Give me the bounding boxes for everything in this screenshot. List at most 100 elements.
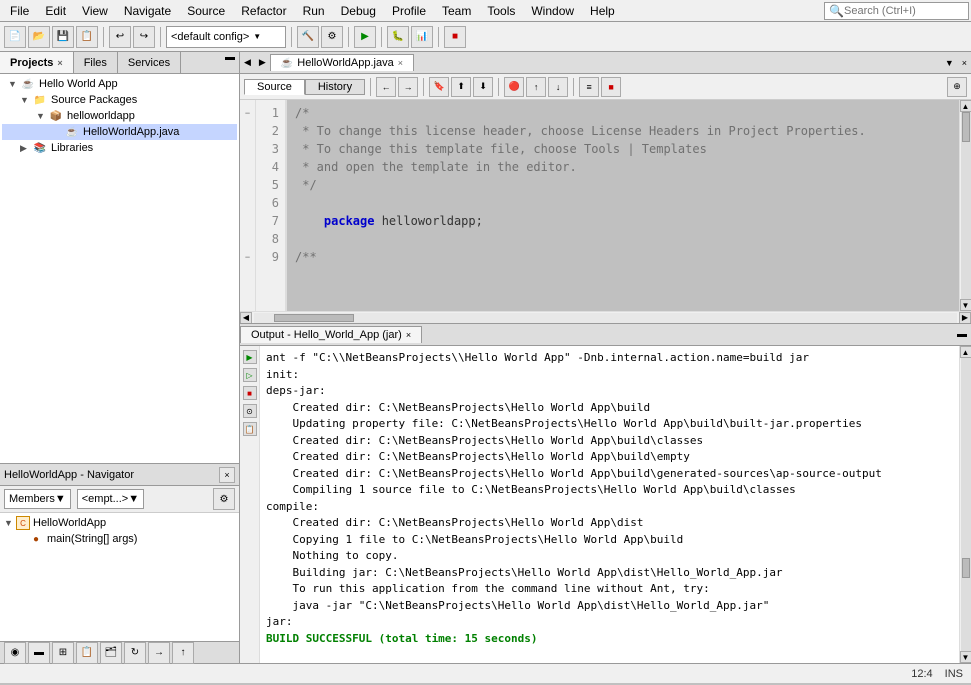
open-button[interactable]: 📂 [28, 26, 50, 48]
ed-btn-next-breakpoint[interactable]: ↓ [548, 77, 568, 97]
editor-scrollbar[interactable]: ▲ ▼ [959, 100, 971, 311]
run-clean-button[interactable]: 🔨 [297, 26, 319, 48]
nav-item-class[interactable]: ▼ C HelloWorldApp [2, 515, 237, 531]
tab-files[interactable]: Files [74, 52, 118, 73]
undo-button[interactable]: ↩ [109, 26, 131, 48]
nav-tb-btn2[interactable]: ▬ [28, 642, 50, 664]
tab-prev-button[interactable]: ◀ [240, 57, 255, 68]
scroll-track[interactable] [961, 112, 971, 299]
nav-item-method[interactable]: ● main(String[] args) [2, 531, 237, 547]
tab-next-button[interactable]: ▶ [255, 57, 270, 68]
class-expand-icon[interactable]: ▼ [4, 518, 16, 528]
editor-tab-close-icon[interactable]: × [398, 58, 403, 68]
ed-btn-next-bookmark[interactable]: ⬇ [473, 77, 493, 97]
output-tab-close-icon[interactable]: × [406, 330, 411, 340]
ed-btn-forward[interactable]: → [398, 77, 418, 97]
stop-button[interactable]: ■ [444, 26, 466, 48]
search-input[interactable] [844, 5, 964, 17]
fold-1[interactable]: − [240, 104, 255, 122]
new-project-button[interactable]: 📄 [4, 26, 26, 48]
hscroll-track[interactable] [254, 313, 957, 323]
ed-btn-stop[interactable]: ■ [601, 77, 621, 97]
output-tab-build[interactable]: Output - Hello_World_App (jar) × [240, 326, 422, 343]
root-expand-icon[interactable]: ▼ [8, 79, 20, 89]
save-all-button[interactable]: 📋 [76, 26, 98, 48]
profile-button[interactable]: 📊 [411, 26, 433, 48]
libraries-expand-icon[interactable]: ▶ [20, 143, 32, 154]
output-minimize-button[interactable]: ▬ [953, 329, 971, 340]
tab-menu-button[interactable]: ▼ [941, 58, 958, 68]
source-expand-icon[interactable]: ▼ [20, 95, 32, 105]
run-button[interactable]: ▶ [354, 26, 376, 48]
menu-file[interactable]: File [2, 2, 37, 20]
members-dropdown[interactable]: Members ▼ [4, 489, 71, 509]
ed-btn-back[interactable]: ← [376, 77, 396, 97]
nav-tb-btn8[interactable]: ↑ [172, 642, 194, 664]
tab-close-all-button[interactable]: × [958, 58, 971, 68]
tree-item-source-packages[interactable]: ▼ 📁 Source Packages [2, 92, 237, 108]
horizontal-scrollbar[interactable]: ◀ ▶ [240, 311, 971, 323]
tree-item-libraries[interactable]: ▶ 📚 Libraries [2, 140, 237, 156]
menu-debug[interactable]: Debug [333, 2, 384, 20]
menu-help[interactable]: Help [582, 2, 623, 20]
menu-refactor[interactable]: Refactor [233, 2, 294, 20]
ed-btn-format[interactable]: ≡ [579, 77, 599, 97]
navigator-close-button[interactable]: × [219, 467, 235, 483]
nav-tb-btn3[interactable]: ⊞ [52, 642, 74, 664]
output-stop-button[interactable]: ■ [243, 386, 257, 400]
out-scroll-track[interactable] [961, 358, 971, 651]
code-area[interactable]: /* * To change this license header, choo… [287, 100, 959, 311]
nav-tb-btn4[interactable]: 📋 [76, 642, 98, 664]
menu-window[interactable]: Window [523, 2, 582, 20]
out-scroll-up[interactable]: ▲ [960, 346, 971, 358]
config-dropdown[interactable]: <default config> ▼ [166, 26, 286, 48]
build-button[interactable]: ⚙ [321, 26, 343, 48]
menu-view[interactable]: View [74, 2, 116, 20]
output-scrollbar[interactable]: ▲ ▼ [959, 346, 971, 663]
editor-tab-helloworldapp[interactable]: ☕ HelloWorldApp.java × [270, 54, 414, 71]
ed-btn-toggle-breakpoint[interactable]: 🔴 [504, 77, 524, 97]
scroll-up-button[interactable]: ▲ [960, 100, 971, 112]
menu-tools[interactable]: Tools [479, 2, 523, 20]
nav-config-button[interactable]: ⚙ [213, 488, 235, 510]
menu-navigate[interactable]: Navigate [116, 2, 179, 20]
menu-edit[interactable]: Edit [37, 2, 74, 20]
ed-btn-prev-bookmark[interactable]: ⬆ [451, 77, 471, 97]
out-scroll-down[interactable]: ▼ [960, 651, 971, 663]
tree-item-helloworldapp[interactable]: ▼ 📦 helloworldapp [2, 108, 237, 124]
debug-button[interactable]: 🐛 [387, 26, 409, 48]
output-btn5[interactable]: 📋 [243, 422, 257, 436]
ed-btn-expand[interactable]: ⊕ [947, 77, 967, 97]
menu-team[interactable]: Team [434, 2, 479, 20]
nav-tb-btn5[interactable]: 🗂 [100, 642, 122, 664]
tab-services[interactable]: Services [118, 52, 181, 73]
filter-dropdown[interactable]: <empt...> ▼ [77, 489, 144, 509]
menu-source[interactable]: Source [179, 2, 233, 20]
tab-projects[interactable]: Projects × [0, 52, 74, 73]
fold-9[interactable]: − [240, 248, 255, 266]
nav-tb-btn7[interactable]: → [148, 642, 170, 664]
package-expand-icon[interactable]: ▼ [36, 111, 48, 121]
nav-tb-btn1[interactable]: ◉ [4, 642, 26, 664]
projects-close-icon[interactable]: × [57, 58, 62, 68]
panel-minimize-button[interactable]: ▬ [221, 52, 239, 73]
out-scroll-thumb[interactable] [962, 558, 970, 578]
tree-item-helloworldapp-java[interactable]: ☕ HelloWorldApp.java [2, 124, 237, 140]
redo-button[interactable]: ↪ [133, 26, 155, 48]
scroll-down-button[interactable]: ▼ [960, 299, 971, 311]
output-run-button[interactable]: ▶ [243, 350, 257, 364]
tree-item-root[interactable]: ▼ ☕ Hello World App [2, 76, 237, 92]
output-btn4[interactable]: ⊙ [243, 404, 257, 418]
save-button[interactable]: 💾 [52, 26, 74, 48]
nav-tb-btn6[interactable]: ↻ [124, 642, 146, 664]
ed-btn-prev-breakpoint[interactable]: ↑ [526, 77, 546, 97]
menu-profile[interactable]: Profile [384, 2, 434, 20]
ed-btn-toggle-bookmark[interactable]: 🔖 [429, 77, 449, 97]
hscroll-thumb[interactable] [274, 314, 354, 322]
tab-history[interactable]: History [305, 79, 365, 95]
output-run2-button[interactable]: ▷ [243, 368, 257, 382]
menu-run[interactable]: Run [295, 2, 333, 20]
hscroll-right-button[interactable]: ▶ [959, 312, 971, 324]
scroll-thumb[interactable] [962, 112, 970, 142]
tab-source[interactable]: Source [244, 79, 305, 95]
